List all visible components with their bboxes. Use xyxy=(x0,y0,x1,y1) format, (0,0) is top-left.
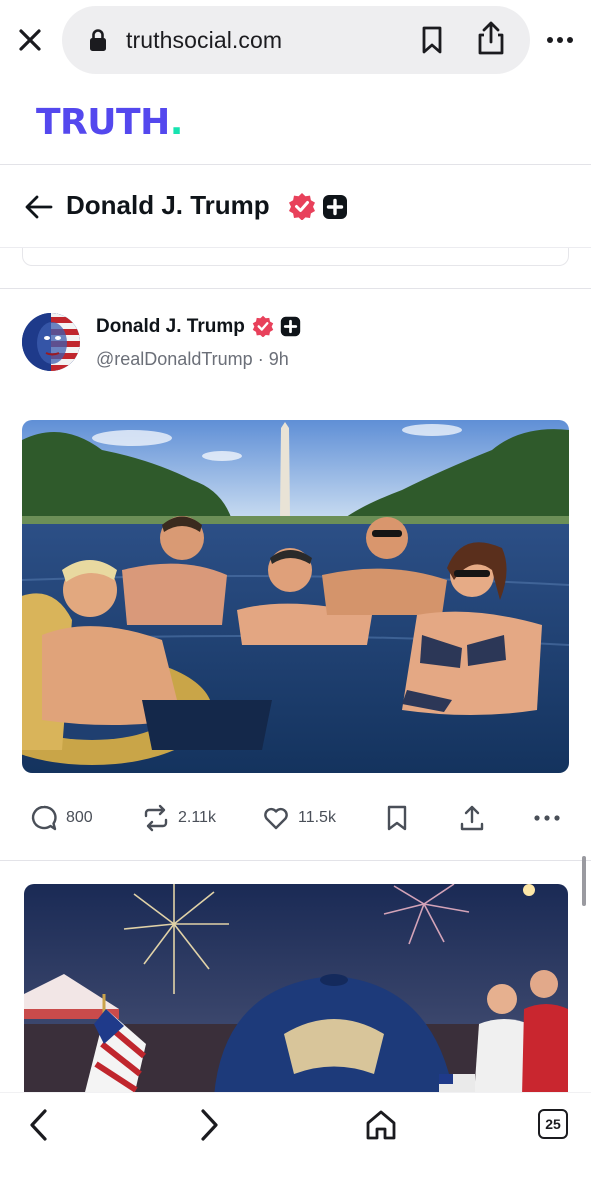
post-image-graphic xyxy=(24,884,568,1096)
retruth-count: 2.11k xyxy=(178,809,216,826)
url-text: truthsocial.com xyxy=(126,27,283,53)
plus-badge-icon xyxy=(280,316,301,337)
profile-card-edge xyxy=(22,248,569,266)
plus-badge-icon xyxy=(323,195,347,219)
author-name[interactable]: Donald J. Trump xyxy=(96,316,245,338)
reply-icon xyxy=(31,805,57,831)
tab-count: 25 xyxy=(545,1116,561,1132)
post-image[interactable] xyxy=(24,884,568,1096)
tabs-button[interactable]: 25 xyxy=(538,1109,568,1139)
like-button[interactable]: 11.5k xyxy=(262,804,336,832)
verified-badge-icon xyxy=(289,193,315,220)
verified-badge-icon xyxy=(252,315,274,337)
post-image-graphic xyxy=(22,420,569,773)
share-post-button[interactable] xyxy=(458,804,486,832)
browser-bottom-bar: 25 xyxy=(0,1092,591,1200)
heart-icon xyxy=(264,807,288,830)
bookmark-post-button[interactable] xyxy=(384,804,410,832)
more-icon[interactable] xyxy=(544,26,576,54)
back-arrow-icon[interactable] xyxy=(24,194,54,220)
author-handle[interactable]: @realDonaldTrump xyxy=(96,349,253,369)
browser-top-bar: truthsocial.com xyxy=(0,0,591,80)
truth-logo[interactable]: TRUTH. xyxy=(36,102,183,143)
bookmark-icon[interactable] xyxy=(416,24,448,56)
chevron-left-icon[interactable] xyxy=(24,1107,54,1143)
logo-dot: . xyxy=(169,102,184,143)
post-actions: 800 2.11k 11.5k xyxy=(0,796,591,840)
post-more-button[interactable] xyxy=(532,804,562,832)
more-icon xyxy=(534,815,560,821)
chevron-right-icon[interactable] xyxy=(194,1107,224,1143)
reply-button[interactable]: 800 xyxy=(30,804,93,832)
avatar-image xyxy=(22,313,80,371)
divider xyxy=(0,288,591,289)
divider xyxy=(0,164,591,165)
avatar[interactable] xyxy=(22,313,80,371)
profile-name: Donald J. Trump xyxy=(66,190,270,220)
upload-icon xyxy=(460,805,484,831)
close-icon xyxy=(19,29,41,51)
divider xyxy=(0,860,591,861)
bookmark-icon xyxy=(387,805,407,831)
profile-header: Donald J. Trump xyxy=(0,170,591,248)
post-meta: @realDonaldTrump · 9h xyxy=(96,349,289,370)
reply-count: 800 xyxy=(66,809,93,826)
like-count: 11.5k xyxy=(298,809,336,826)
retruth-icon xyxy=(144,804,168,832)
logo-text: TRUTH xyxy=(36,102,170,143)
share-icon[interactable] xyxy=(474,20,508,56)
lock-icon xyxy=(90,29,106,51)
post-image[interactable] xyxy=(22,420,569,773)
post-time[interactable]: 9h xyxy=(269,349,289,369)
close-button[interactable] xyxy=(14,24,46,56)
meta-separator: · xyxy=(257,349,264,369)
home-icon[interactable] xyxy=(364,1109,398,1141)
retruth-button[interactable]: 2.11k xyxy=(142,804,216,832)
address-bar[interactable]: truthsocial.com xyxy=(62,6,530,74)
scrollbar[interactable] xyxy=(582,856,586,906)
